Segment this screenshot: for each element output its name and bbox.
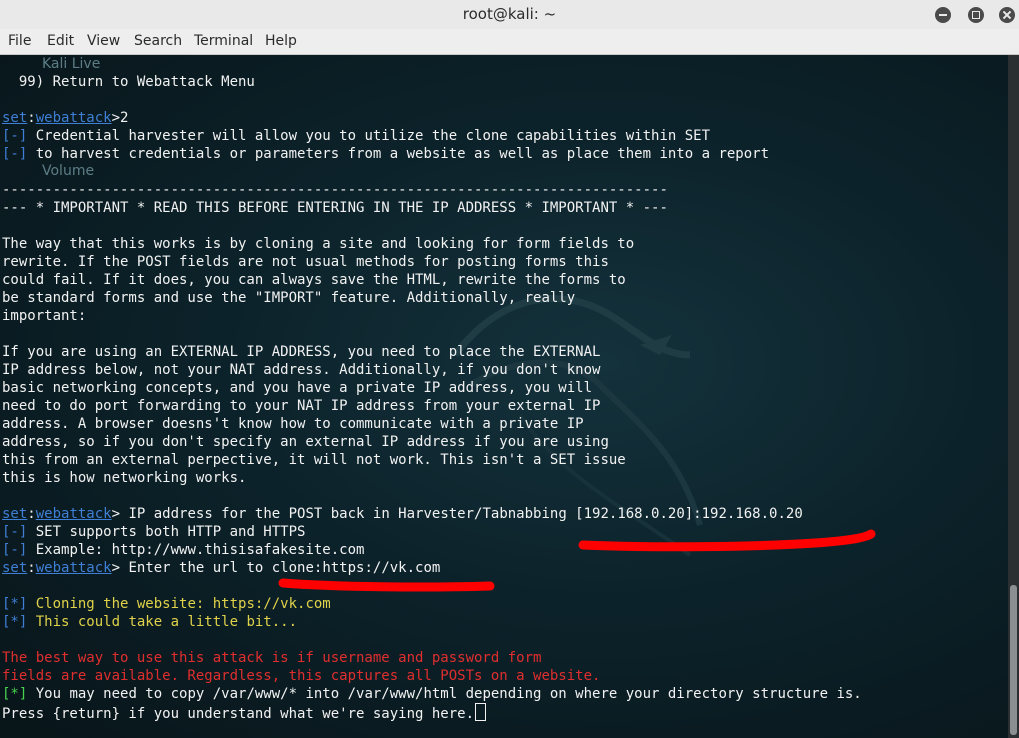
para2-line: address, so if you don't specify an exte… [2,434,609,450]
minimize-icon[interactable] [935,7,951,23]
para2-line: If you are using an EXTERNAL IP ADDRESS,… [2,344,601,360]
separator-line: ----------------------------------------… [2,182,668,198]
scrollbar-thumb[interactable] [1010,585,1017,735]
terminal-scrollbar[interactable] [1008,55,1019,738]
prompt-line-choice: set:webattack>2 [2,109,128,127]
para1-line: The way that this works is by cloning a … [2,236,635,252]
status-text: Cloning the website: https://vk.com [27,596,331,612]
success-bracket: [*] [2,686,28,702]
menu-file[interactable]: File [8,33,31,49]
info-line: [-] Credential harvester will allow you … [2,127,710,145]
menu-bar: File Edit View Search Terminal Help [0,29,1019,55]
prompt-module: webattack [35,110,112,126]
info-bracket: [-] [2,542,28,558]
prompt-gt: > [111,560,121,576]
important-line: --- * IMPORTANT * READ THIS BEFORE ENTER… [2,200,668,216]
info-line: [-] to harvest credentials or parameters… [2,145,769,163]
para2-line: need to do port forwarding to your NAT I… [2,398,601,414]
prompt-colon: : [27,560,36,576]
menu-terminal[interactable]: Terminal [194,33,253,49]
terminal-window: root@kali: ~ File Edit View Search Termi… [0,0,1019,738]
para2-line: IP address below, not your NAT address. … [2,362,601,378]
info-text: to harvest credentials or parameters fro… [27,146,770,162]
success-line: [*] You may need to copy /var/www/* into… [2,685,862,703]
annotation-underline-ip [578,529,876,552]
para1-line: could fail. If it does, you can always s… [2,272,626,288]
prompt-colon: : [27,506,36,522]
prompt-set: set [2,506,28,522]
ip-prompt-text: IP address for the POST back in Harveste… [120,506,803,522]
info-text: Example: http://www.thisisafakesite.com [27,542,365,558]
status-bracket: [*] [2,614,28,630]
prompt-set: set [2,560,28,576]
menu-edit[interactable]: Edit [47,33,74,49]
maximize-icon[interactable] [968,7,984,23]
info-bracket: [-] [2,524,28,540]
title-bar[interactable]: root@kali: ~ [0,0,1019,30]
line-return-menu: 99) Return to Webattack Menu [2,74,255,90]
para1-line: rewrite. If the POST fields are not usua… [2,254,609,270]
menu-help[interactable]: Help [265,33,297,49]
prompt-line-ip: set:webattack> IP address for the POST b… [2,505,803,523]
prompt-set: set [2,110,28,126]
para2-line: this is how networking works. [2,470,247,486]
para2-line: this from an external perpective, it wil… [2,452,626,468]
press-text: Press {return} if you understand what we… [2,706,475,722]
status-line: [*] Cloning the website: https://vk.com [2,595,331,613]
para2-line: basic networking concepts, and you have … [2,380,593,396]
desktop-label-kali-live: Kali Live [42,56,101,72]
annotation-underline-url [278,578,495,592]
info-text: Credential harvester will allow you to u… [27,128,711,144]
prompt-colon: : [27,110,36,126]
info-bracket: [-] [2,128,28,144]
prompt-module: webattack [35,506,112,522]
prompt-gt: > [111,110,121,126]
window-title: root@kali: ~ [462,5,557,23]
info-bracket: [-] [2,146,28,162]
cursor-block [475,703,487,721]
close-icon[interactable] [999,7,1015,23]
warning-line: The best way to use this attack is if us… [2,650,542,666]
prompt-input: 2 [120,110,129,126]
para1-line: be standard forms and use the "IMPORT" f… [2,290,576,306]
prompt-module: webattack [35,560,112,576]
desktop-label-volume: Volume [42,163,95,179]
status-line: [*] This could take a little bit... [2,613,297,631]
info-text: SET supports both HTTP and HTTPS [27,524,306,540]
menu-view[interactable]: View [87,33,120,49]
info-line: [-] SET supports both HTTP and HTTPS [2,523,305,541]
status-bracket: [*] [2,596,28,612]
info-line: [-] Example: http://www.thisisafakesite.… [2,541,364,559]
status-text: This could take a little bit... [27,614,298,630]
terminal-area[interactable]: Kali Live Volume 99) Return to Webattack… [0,55,1008,738]
success-text: You may need to copy /var/www/* into /va… [27,686,862,702]
prompt-gt: > [111,506,121,522]
para1-line: important: [2,308,87,324]
menu-search[interactable]: Search [134,33,182,49]
press-line: Press {return} if you understand what we… [2,703,487,723]
warning-line: fields are available. Regardless, this c… [2,668,601,684]
para2-line: address. A browser doesns't know how to … [2,416,584,432]
